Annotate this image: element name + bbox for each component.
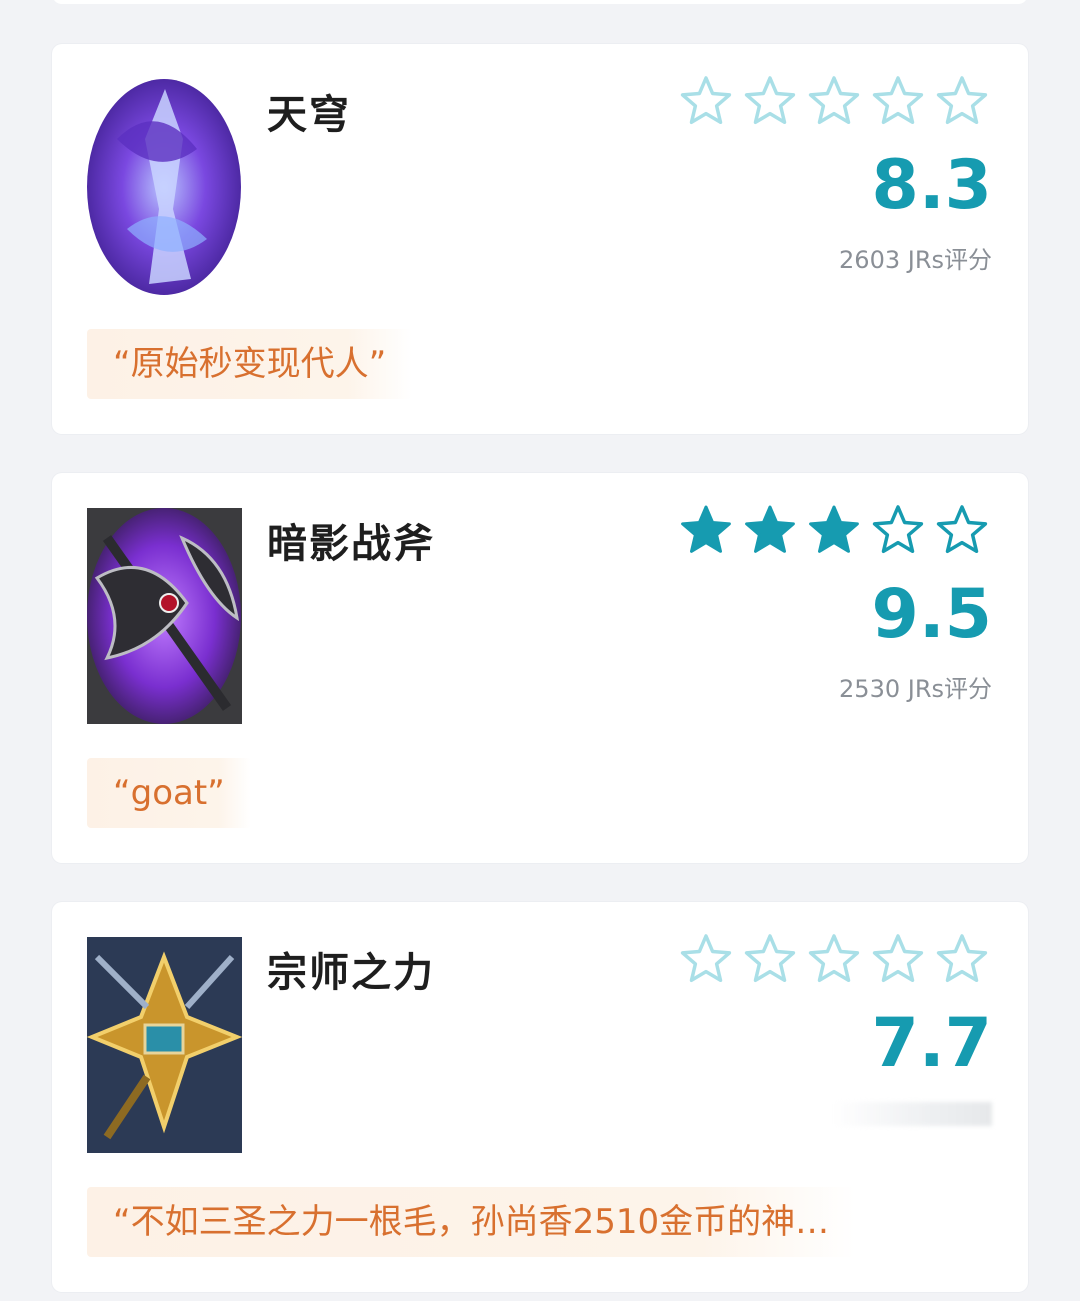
star-empty-icon[interactable]	[678, 74, 734, 130]
item-card[interactable]: 暗影战斧 9.5 2530 JRs评分 “goat”	[52, 473, 1028, 863]
star-empty-icon[interactable]	[934, 503, 990, 559]
item-card[interactable]: 宗师之力 7.7 “不如三圣之力一根毛，孙尚香2510金币的神…	[52, 902, 1028, 1292]
item-score: 9.5	[871, 575, 992, 654]
previous-card-edge	[52, 0, 1028, 4]
purple-blue-crystal-icon	[87, 79, 242, 295]
star-rating[interactable]	[678, 932, 990, 988]
item-card[interactable]: 天穹 8.3 2603 JRs评分 “原始秒变现代人”	[52, 44, 1028, 434]
raters-count-obscured	[832, 1102, 992, 1126]
star-empty-icon[interactable]	[934, 932, 990, 988]
item-name: 暗影战斧	[267, 521, 435, 567]
item-name: 宗师之力	[267, 950, 435, 996]
star-empty-icon[interactable]	[870, 74, 926, 130]
star-filled-icon[interactable]	[806, 503, 862, 559]
item-score: 7.7	[871, 1004, 992, 1083]
star-filled-icon[interactable]	[678, 503, 734, 559]
star-rating[interactable]	[678, 74, 990, 130]
shadow-axe-icon	[87, 508, 242, 724]
raters-count: 2530 JRs评分	[839, 675, 992, 703]
star-empty-icon[interactable]	[870, 503, 926, 559]
top-comment-quote[interactable]: “原始秒变现代人”	[87, 329, 413, 399]
star-empty-icon[interactable]	[870, 932, 926, 988]
star-empty-icon[interactable]	[806, 74, 862, 130]
star-empty-icon[interactable]	[806, 932, 862, 988]
star-empty-icon[interactable]	[742, 74, 798, 130]
item-name: 天穹	[267, 92, 351, 138]
top-comment-quote[interactable]: “goat”	[87, 758, 251, 828]
raters-count: 2603 JRs评分	[839, 246, 992, 274]
item-score: 8.3	[871, 146, 992, 225]
star-rating[interactable]	[678, 503, 990, 559]
star-filled-icon[interactable]	[742, 503, 798, 559]
star-empty-icon[interactable]	[742, 932, 798, 988]
star-empty-icon[interactable]	[678, 932, 734, 988]
star-empty-icon[interactable]	[934, 74, 990, 130]
top-comment-quote[interactable]: “不如三圣之力一根毛，孙尚香2510金币的神…	[87, 1187, 856, 1257]
golden-emblem-icon	[87, 937, 242, 1153]
